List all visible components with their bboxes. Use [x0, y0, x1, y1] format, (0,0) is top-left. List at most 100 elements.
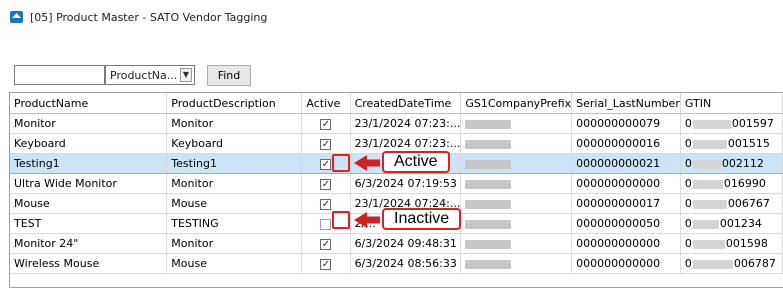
table-row[interactable]: Ultra Wide Monitor Monitor ✓ 6/3/2024 07:19… — [10, 173, 783, 194]
gtin-suffix: 006767 — [727, 197, 770, 210]
column-header[interactable]: Active — [301, 93, 351, 114]
product-name-cell[interactable]: Testing1 — [10, 153, 168, 174]
find-button[interactable]: Find — [207, 65, 251, 86]
column-header[interactable]: GS1CompanyPrefix — [460, 93, 573, 114]
gtin-prefix: 0 — [684, 177, 692, 190]
gtin-suffix: 001234 — [719, 217, 762, 230]
active-highlight-box — [332, 154, 350, 172]
checked-checkbox[interactable]: ✓ — [320, 158, 332, 170]
product-name-cell[interactable]: Ultra Wide Monitor — [10, 173, 168, 194]
column-header[interactable]: GTIN — [680, 93, 783, 114]
redacted-value — [465, 159, 512, 169]
gtin-cell[interactable]: 0 002112 — [680, 153, 783, 174]
unchecked-checkbox[interactable] — [320, 218, 332, 230]
search-field-select[interactable]: ProductNa... ▼ — [105, 65, 195, 85]
checked-checkbox[interactable]: ✓ — [320, 198, 332, 210]
serial-last-number-cell[interactable]: 000000000016 — [571, 133, 681, 154]
redacted-value — [692, 259, 733, 269]
product-description-cell[interactable]: Keyboard — [166, 133, 303, 154]
active-cell[interactable]: ✓ — [301, 233, 351, 254]
serial-last-number-cell[interactable]: 000000000000 — [571, 173, 681, 194]
product-description-cell[interactable]: Monitor — [166, 233, 303, 254]
gtin-prefix: 0 — [684, 257, 692, 270]
checked-checkbox[interactable]: ✓ — [320, 138, 332, 150]
checked-checkbox[interactable]: ✓ — [320, 238, 332, 250]
serial-last-number-cell[interactable]: 000000000021 — [571, 153, 681, 174]
product-name-cell[interactable]: Monitor 24" — [10, 233, 168, 254]
table-row[interactable]: Monitor Monitor ✓ 23/1/2024 07:23:... 000000… — [10, 113, 783, 134]
serial-last-number-cell[interactable]: 000000000079 — [571, 113, 681, 134]
product-description-cell[interactable]: Monitor — [166, 113, 303, 134]
gtin-suffix: 006787 — [733, 257, 776, 270]
window-titlebar: [05] Product Master - SATO Vendor Taggin… — [0, 0, 783, 32]
product-name-cell[interactable]: Wireless Mouse — [10, 253, 168, 274]
gs1-company-prefix-cell[interactable] — [460, 113, 573, 134]
gs1-company-prefix-cell[interactable] — [460, 233, 573, 254]
redacted-value — [692, 179, 723, 189]
search-input[interactable] — [14, 65, 105, 85]
created-datetime-cell[interactable]: 23/1/2024 07:23:... — [350, 113, 462, 134]
column-header[interactable]: CreatedDateTime — [350, 93, 462, 114]
active-callout-label: Active — [382, 151, 450, 173]
serial-last-number-cell[interactable]: 000000000017 — [571, 193, 681, 214]
checked-checkbox[interactable]: ✓ — [320, 118, 332, 130]
product-description-cell[interactable]: Testing1 — [166, 153, 303, 174]
gtin-cell[interactable]: 0 006767 — [680, 193, 783, 214]
active-cell[interactable]: ✓ — [301, 113, 351, 134]
gtin-suffix: 001598 — [725, 237, 768, 250]
serial-last-number-cell[interactable]: 000000000000 — [571, 233, 681, 254]
gs1-company-prefix-cell[interactable] — [460, 153, 573, 174]
product-name-cell[interactable]: Mouse — [10, 193, 168, 214]
redacted-value — [465, 219, 512, 229]
gtin-prefix: 0 — [684, 137, 692, 150]
product-name-cell[interactable]: TEST — [10, 213, 168, 234]
redacted-value — [465, 259, 512, 269]
gtin-suffix: 016990 — [723, 177, 766, 190]
gtin-prefix: 0 — [684, 117, 692, 130]
checked-checkbox[interactable]: ✓ — [320, 178, 332, 190]
product-description-cell[interactable]: Mouse — [166, 253, 303, 274]
product-description-cell[interactable]: TESTING — [166, 213, 303, 234]
created-datetime-cell[interactable]: 6/3/2024 07:19:53 — [350, 173, 462, 194]
product-description-cell[interactable]: Monitor — [166, 173, 303, 194]
product-description-cell[interactable]: Mouse — [166, 193, 303, 214]
serial-last-number-cell[interactable]: 000000000050 — [571, 213, 681, 234]
product-name-cell[interactable]: Monitor — [10, 113, 168, 134]
gs1-company-prefix-cell[interactable] — [460, 133, 573, 154]
redacted-value — [465, 179, 512, 189]
gtin-cell[interactable]: 0 001234 — [680, 213, 783, 234]
redacted-value — [465, 119, 512, 129]
active-cell[interactable]: ✓ — [301, 253, 351, 274]
gtin-suffix: 001515 — [727, 137, 770, 150]
gs1-company-prefix-cell[interactable] — [460, 193, 573, 214]
serial-last-number-cell[interactable]: 000000000000 — [571, 253, 681, 274]
table-row[interactable]: Monitor 24" Monitor ✓ 6/3/2024 09:48:31 0000… — [10, 233, 783, 254]
redacted-value — [465, 139, 512, 149]
created-datetime-cell[interactable]: 6/3/2024 08:56:33 — [350, 253, 462, 274]
gtin-cell[interactable]: 0 001515 — [680, 133, 783, 154]
gtin-cell[interactable]: 0 016990 — [680, 173, 783, 194]
gs1-company-prefix-cell[interactable] — [460, 213, 573, 234]
inactive-callout-label: Inactive — [382, 208, 462, 230]
column-header[interactable]: ProductDescription — [166, 93, 303, 114]
redacted-value — [692, 199, 727, 209]
gs1-company-prefix-cell[interactable] — [460, 253, 573, 274]
table-header-row: ProductName ProductDescription Active Creat… — [10, 93, 783, 114]
column-header[interactable]: ProductName — [10, 93, 168, 114]
created-datetime-cell[interactable]: 6/3/2024 09:48:31 — [350, 233, 462, 254]
redacted-value — [692, 119, 731, 129]
gtin-cell[interactable]: 0 001598 — [680, 233, 783, 254]
product-name-cell[interactable]: Keyboard — [10, 133, 168, 154]
gtin-cell[interactable]: 0 001597 — [680, 113, 783, 134]
gtin-cell[interactable]: 0 006787 — [680, 253, 783, 274]
search-field-selected-value: ProductNa... — [110, 69, 178, 82]
redacted-value — [692, 159, 721, 169]
column-header[interactable]: Serial_LastNumber — [571, 93, 681, 114]
active-cell[interactable]: ✓ — [301, 133, 351, 154]
chevron-down-icon[interactable]: ▼ — [180, 68, 192, 82]
table-row[interactable]: Wireless Mouse Mouse ✓ 6/3/2024 08:56:33 000… — [10, 253, 783, 274]
redacted-value — [692, 239, 725, 249]
active-cell[interactable]: ✓ — [301, 173, 351, 194]
gs1-company-prefix-cell[interactable] — [460, 173, 573, 194]
checked-checkbox[interactable]: ✓ — [320, 258, 332, 270]
